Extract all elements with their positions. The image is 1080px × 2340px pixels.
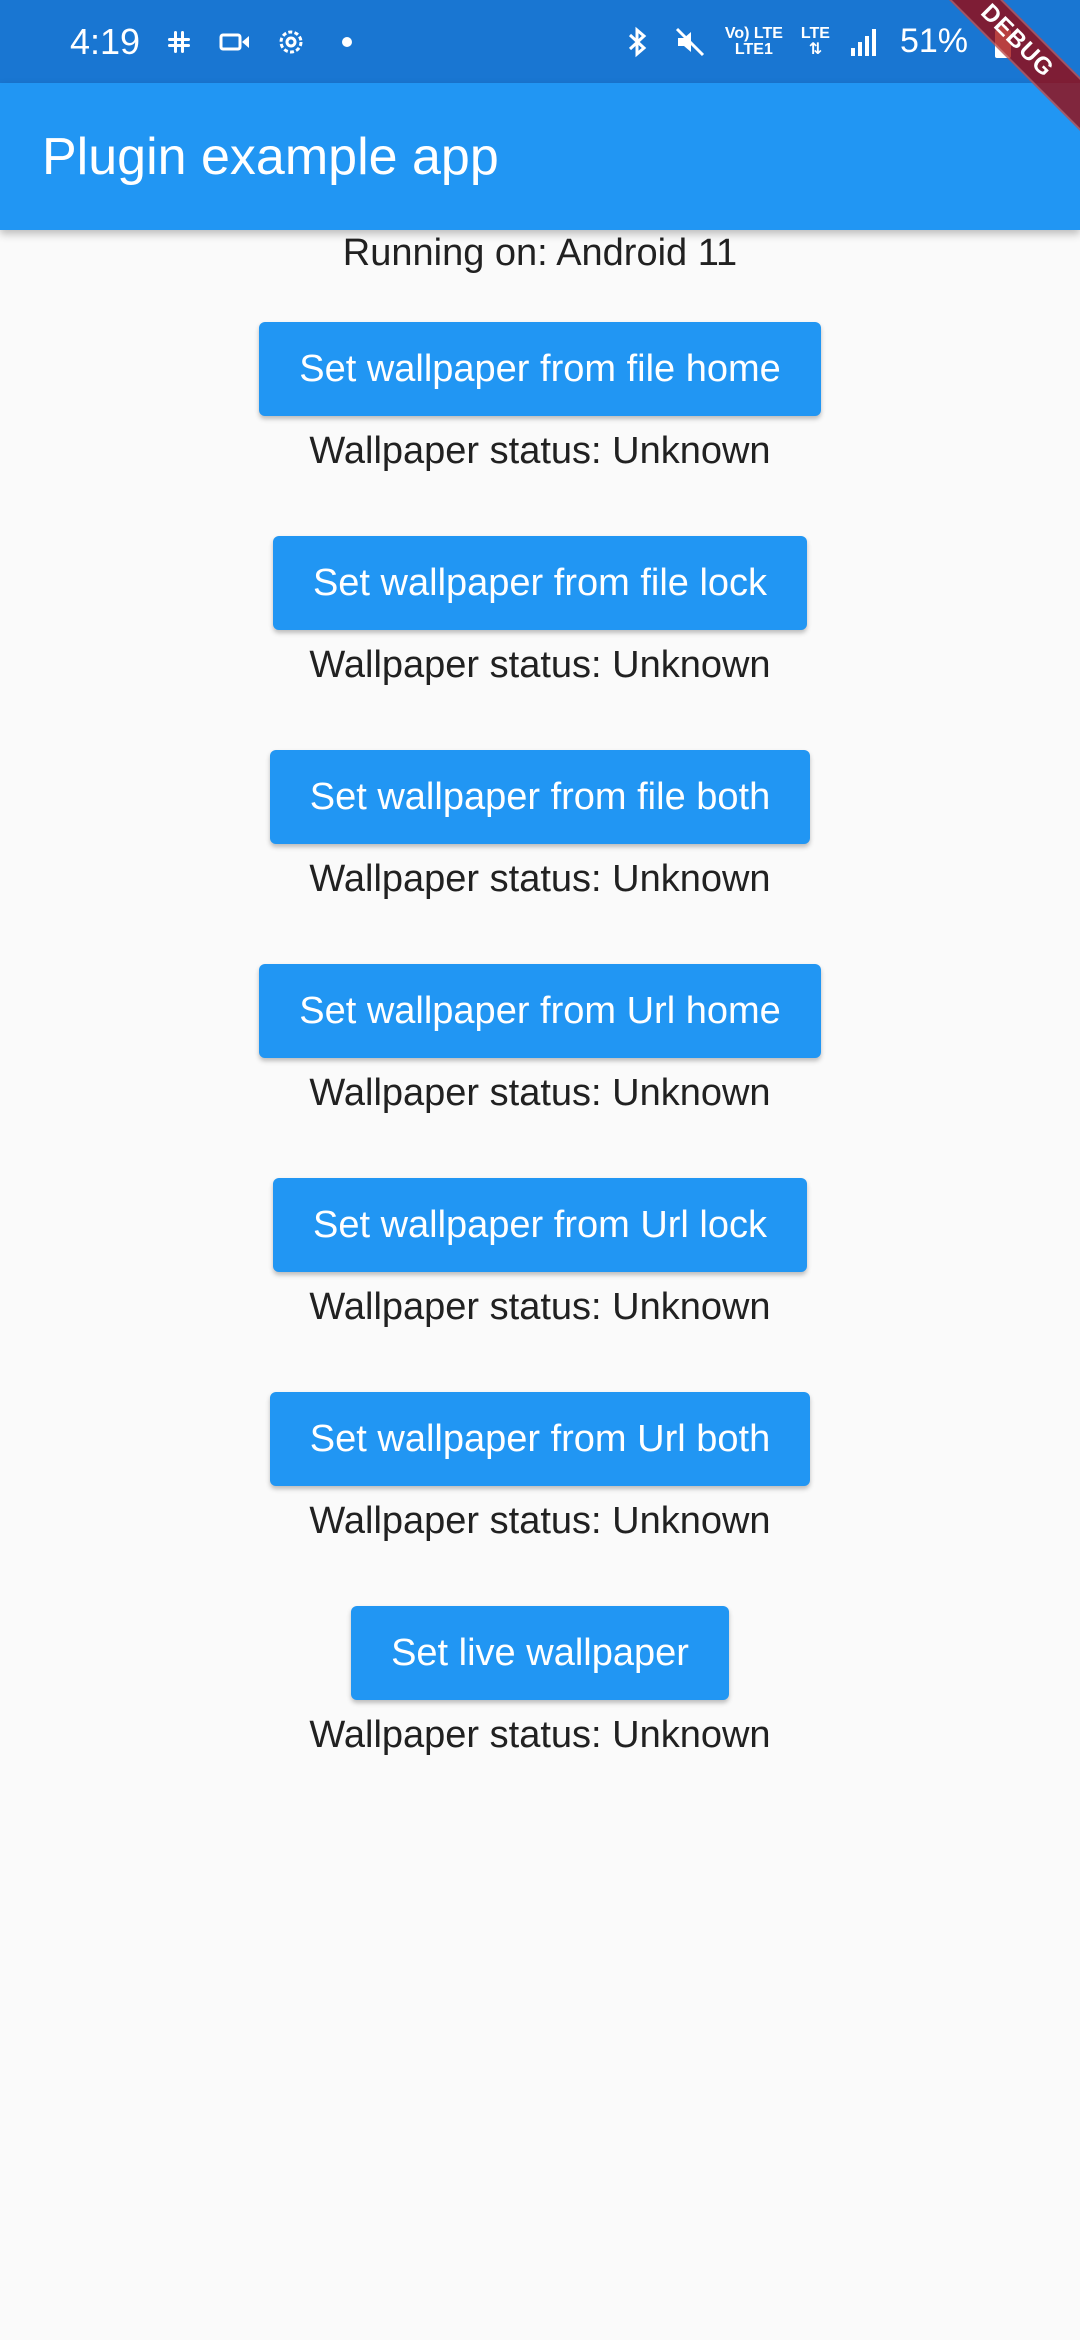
wallpaper-status-text: Wallpaper status: Unknown: [309, 430, 771, 472]
set-wallpaper-url-home-button[interactable]: Set wallpaper from Url home: [259, 964, 821, 1058]
battery-percentage: 51%: [899, 22, 968, 60]
wallpaper-status-text: Wallpaper status: Unknown: [309, 1714, 771, 1756]
status-bar-left: 4:19: [70, 0, 364, 83]
set-wallpaper-url-lock-button[interactable]: Set wallpaper from Url lock: [272, 1178, 808, 1272]
main-content: Running on: Android 11 Set wallpaper fro…: [0, 230, 1080, 1758]
app-bar: Plugin example app: [0, 83, 1080, 230]
wallpaper-status-text: Wallpaper status: Unknown: [309, 644, 771, 686]
video-camera-icon: [218, 25, 252, 59]
wallpaper-item: Set wallpaper from file both Wallpaper s…: [269, 750, 811, 902]
wallpaper-status-text: Wallpaper status: Unknown: [309, 1500, 771, 1542]
set-wallpaper-file-both-button[interactable]: Set wallpaper from file both: [269, 750, 811, 844]
wallpaper-item: Set wallpaper from file home Wallpaper s…: [259, 322, 821, 474]
volte-icon: Vo) LTE LTE1: [724, 24, 783, 58]
status-time: 4:19: [70, 20, 141, 62]
status-bar-right: Vo) LTE LTE1 LTE ⇅ 51%: [621, 0, 1020, 83]
bluetooth-icon: [621, 25, 655, 59]
set-wallpaper-file-home-button[interactable]: Set wallpaper from file home: [259, 322, 821, 416]
set-wallpaper-url-both-button[interactable]: Set wallpaper from Url both: [269, 1392, 811, 1486]
wallpaper-item: Set wallpaper from file lock Wallpaper s…: [272, 536, 808, 688]
status-bar: 4:19 Vo) LTE LTE1 LTE ⇅ 51%: [0, 0, 1080, 83]
lte-data-icon: LTE ⇅: [800, 24, 830, 58]
signal-icon: [848, 25, 882, 59]
wallpaper-status-text: Wallpaper status: Unknown: [309, 1072, 771, 1114]
wallpaper-item: Set live wallpaper Wallpaper status: Unk…: [309, 1606, 771, 1758]
set-live-wallpaper-button[interactable]: Set live wallpaper: [351, 1606, 729, 1700]
wallpaper-status-text: Wallpaper status: Unknown: [309, 1286, 771, 1328]
wallpaper-item: Set wallpaper from Url both Wallpaper st…: [269, 1392, 811, 1544]
dot-icon: [330, 25, 364, 59]
running-on-text: Running on: Android 11: [342, 232, 738, 274]
slack-icon: [162, 25, 196, 59]
settings-gear-icon: [274, 25, 308, 59]
mute-icon: [673, 25, 707, 59]
wallpaper-item: Set wallpaper from Url lock Wallpaper st…: [272, 1178, 808, 1330]
app-title: Plugin example app: [42, 127, 499, 186]
wallpaper-item: Set wallpaper from Url home Wallpaper st…: [259, 964, 821, 1116]
wallpaper-status-text: Wallpaper status: Unknown: [309, 858, 771, 900]
set-wallpaper-file-lock-button[interactable]: Set wallpaper from file lock: [272, 536, 808, 630]
